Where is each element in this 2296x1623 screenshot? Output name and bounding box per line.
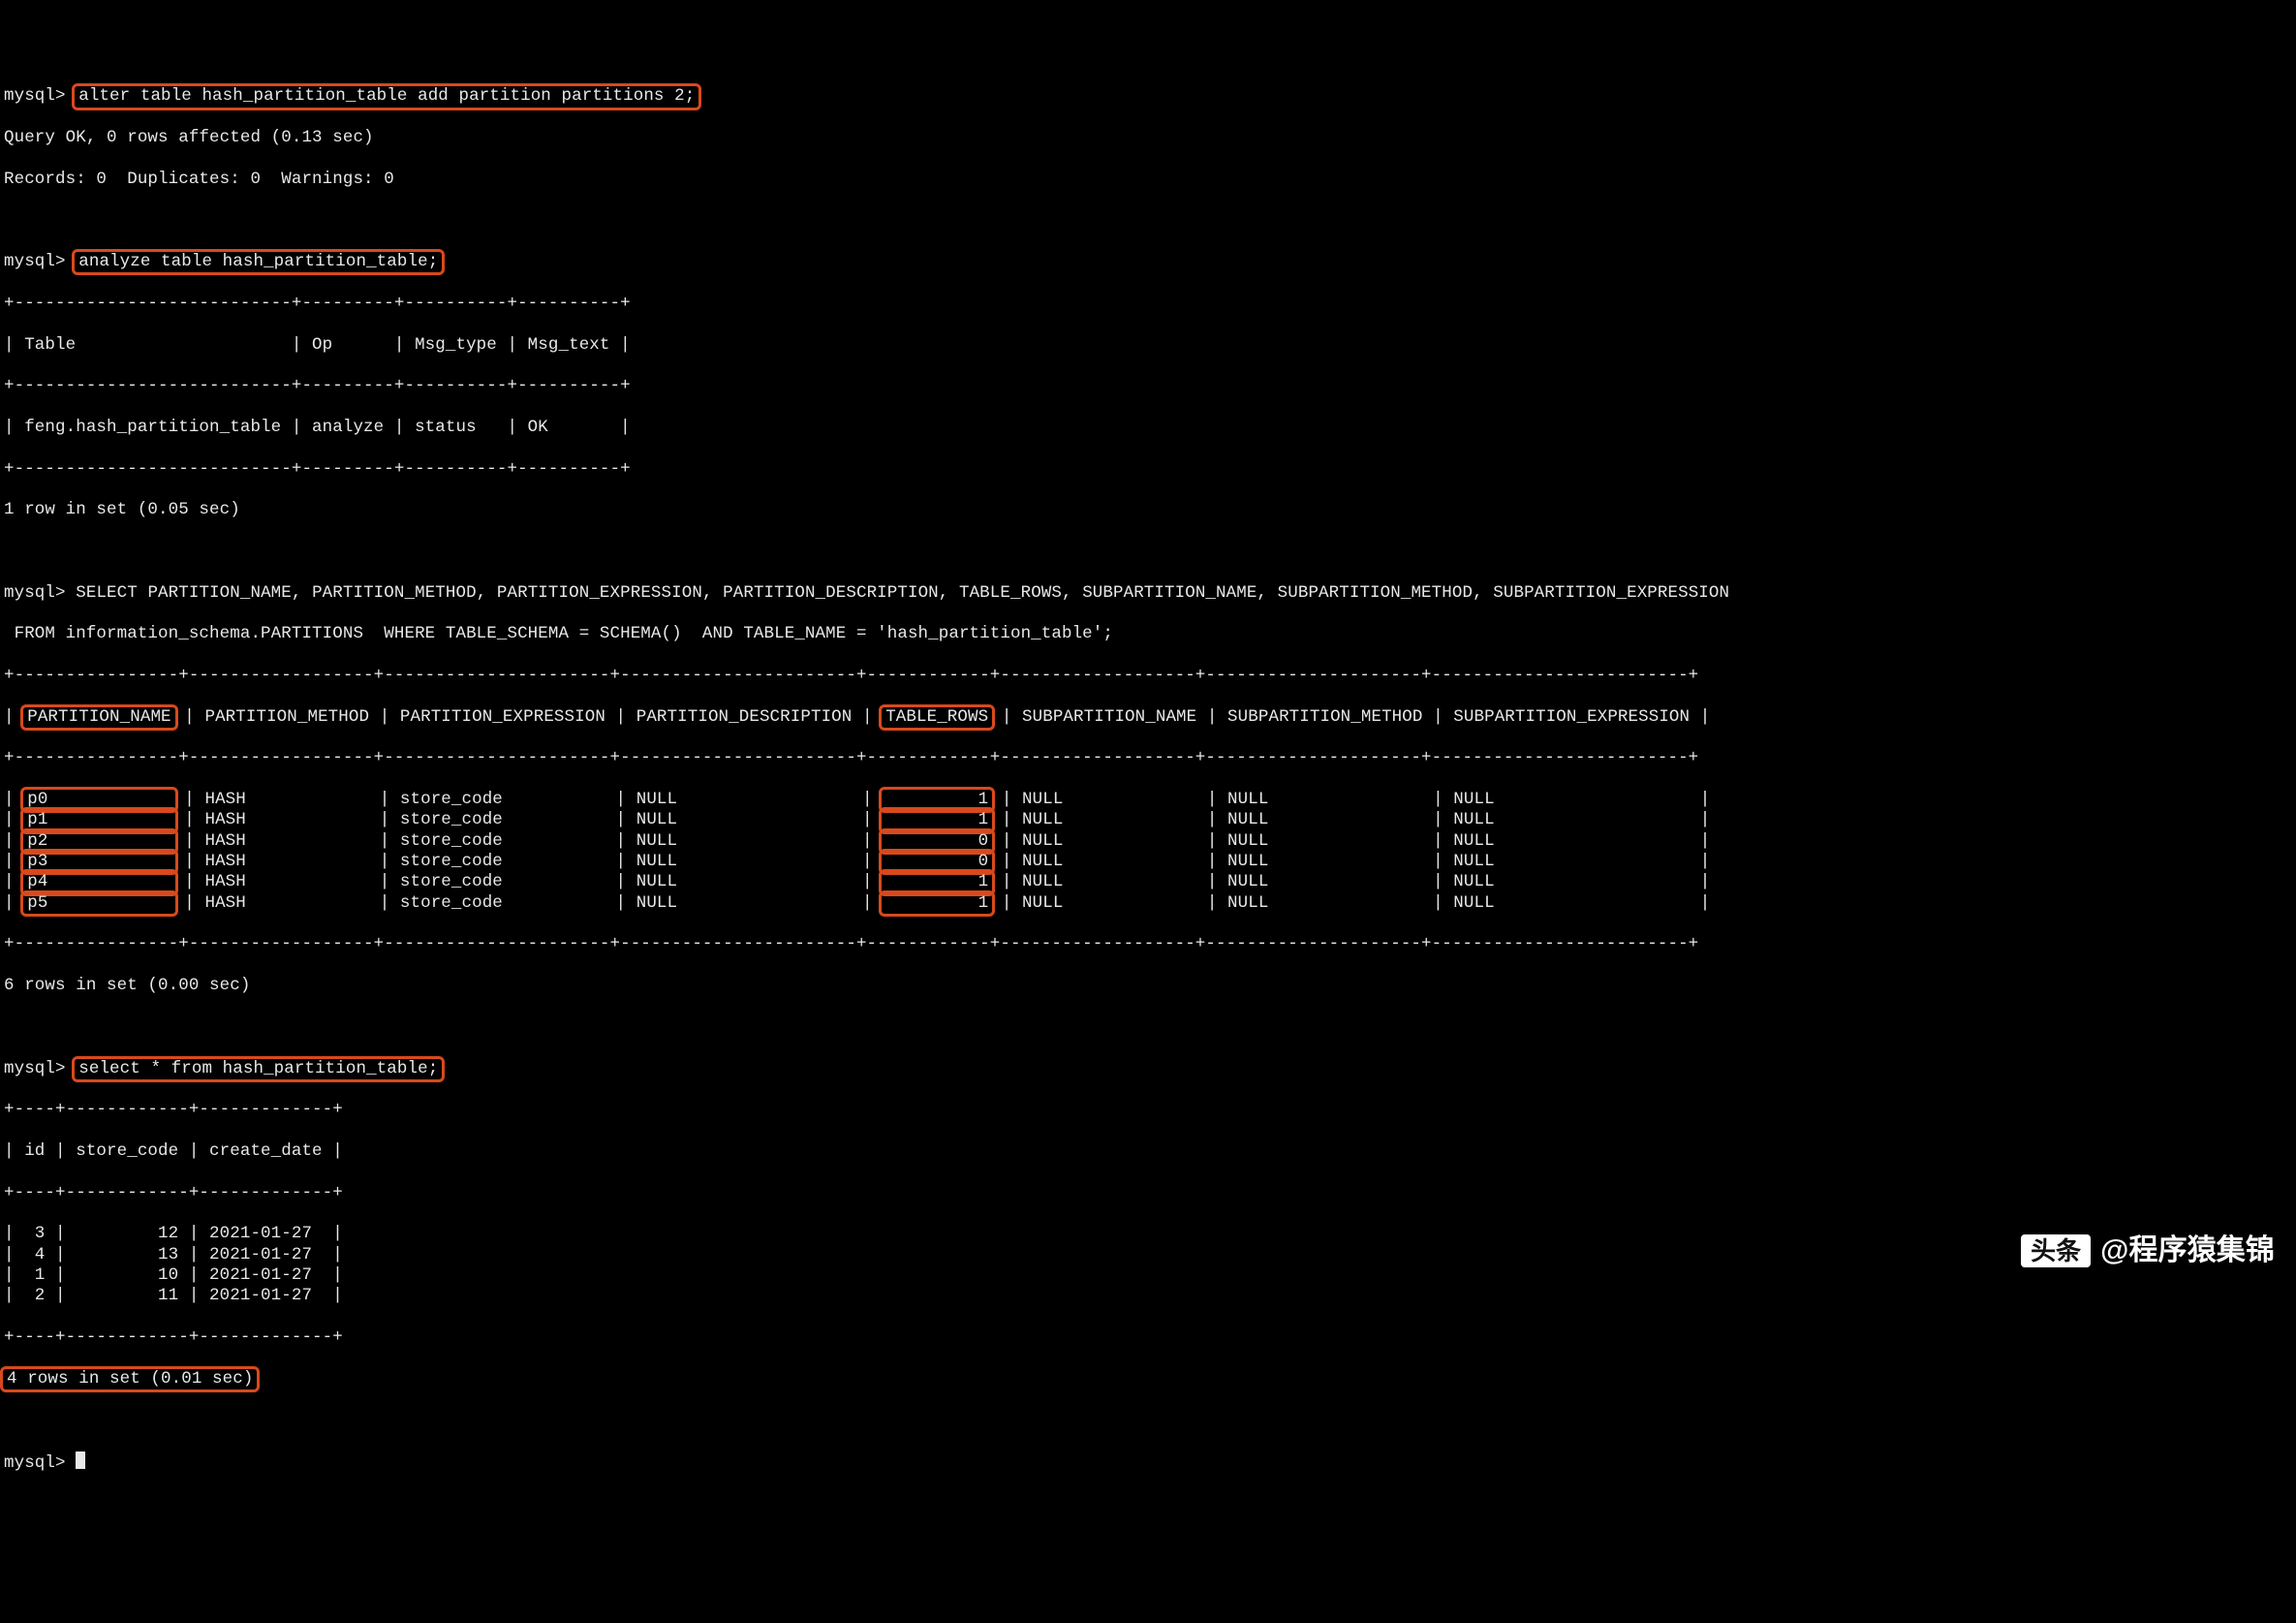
line: mysql> alter table hash_partition_table … [4, 86, 2292, 107]
table-border: +---------------------------+---------+-… [4, 459, 2292, 480]
table-header: | Table | Op | Msg_type | Msg_text | [4, 335, 2292, 356]
line: mysql> SELECT PARTITION_NAME, PARTITION_… [4, 583, 2292, 604]
table-border: +---------------------------+---------+-… [4, 294, 2292, 314]
table-row: | p2 | HASH | store_code | NULL | 0 | NU… [4, 831, 2292, 852]
highlight-cmd-alter: alter table hash_partition_table add par… [72, 83, 701, 109]
line: mysql> analyze table hash_partition_tabl… [4, 252, 2292, 272]
table-row: | p3 | HASH | store_code | NULL | 0 | NU… [4, 852, 2292, 872]
table-border: +----------------+------------------+---… [4, 934, 2292, 954]
highlight-cell-table-rows: 1 [879, 890, 995, 917]
table-border: +----------------+------------------+---… [4, 748, 2292, 768]
result-footer: 1 row in set (0.05 sec) [4, 500, 2292, 520]
highlight-cmd-analyze: analyze table hash_partition_table; [72, 249, 445, 275]
table-row: | p4 | HASH | store_code | NULL | 1 | NU… [4, 872, 2292, 892]
mysql-prompt: mysql> [4, 86, 66, 106]
table-border: +----------------+------------------+---… [4, 666, 2292, 686]
mysql-prompt: mysql> [4, 1059, 66, 1078]
result-footer: 6 rows in set (0.00 sec) [4, 976, 2292, 996]
query-text: SELECT PARTITION_NAME, PARTITION_METHOD,… [76, 583, 1729, 603]
table-border: +----+------------+-------------+ [4, 1183, 2292, 1203]
query-result-line: Query OK, 0 rows affected (0.13 sec) [4, 128, 2292, 148]
highlight-col-table-rows: TABLE_ROWS [879, 704, 995, 731]
mysql-prompt: mysql> [4, 583, 66, 603]
table-row: | p0 | HASH | store_code | NULL | 1 | NU… [4, 790, 2292, 810]
query-result-line: Records: 0 Duplicates: 0 Warnings: 0 [4, 170, 2292, 190]
table-border: +----+------------+-------------+ [4, 1100, 2292, 1120]
highlight-result-footer: 4 rows in set (0.01 sec) [0, 1366, 260, 1392]
table-row: | 2 | 11 | 2021-01-27 | [4, 1286, 2292, 1306]
mysql-prompt: mysql> [4, 1453, 66, 1473]
table-header: | id | store_code | create_date | [4, 1141, 2292, 1162]
table-row: | p5 | HASH | store_code | NULL | 1 | NU… [4, 893, 2292, 914]
blank-line [4, 1017, 2292, 1038]
table-row: | 4 | 13 | 2021-01-27 | [4, 1245, 2292, 1265]
table-row: | feng.hash_partition_table | analyze | … [4, 418, 2292, 438]
table-row: | p1 | HASH | store_code | NULL | 1 | NU… [4, 810, 2292, 830]
highlight-cmd-select: select * from hash_partition_table; [72, 1056, 445, 1082]
table-row: | 3 | 12 | 2021-01-27 | [4, 1224, 2292, 1244]
highlight-cell-partition-name: p5 [20, 890, 177, 917]
blank-line [4, 542, 2292, 562]
blank-line [4, 210, 2292, 231]
table-border: +---------------------------+---------+-… [4, 376, 2292, 396]
highlight-col-partition-name: PARTITION_NAME [20, 704, 177, 731]
mysql-prompt: mysql> [4, 252, 66, 271]
line: mysql> [4, 1451, 2292, 1474]
line: mysql> select * from hash_partition_tabl… [4, 1059, 2292, 1079]
table-header: | PARTITION_NAME | PARTITION_METHOD | PA… [4, 707, 2292, 728]
cursor[interactable] [76, 1451, 85, 1469]
blank-line [4, 1410, 2292, 1430]
table-row: | 1 | 10 | 2021-01-27 | [4, 1265, 2292, 1286]
query-text: FROM information_schema.PARTITIONS WHERE… [4, 624, 2292, 644]
result-footer: 4 rows in set (0.01 sec) [4, 1369, 2292, 1389]
table-border: +----+------------+-------------+ [4, 1327, 2292, 1348]
